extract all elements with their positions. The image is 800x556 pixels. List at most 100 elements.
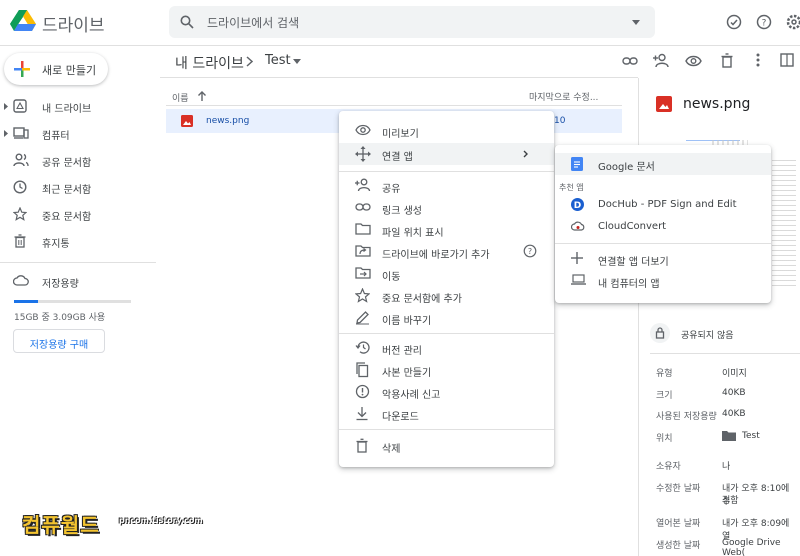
- submenu-item-cloudconvert[interactable]: CloudConvert: [555, 216, 771, 238]
- sidebar-item-starred[interactable]: 중요 문서함: [0, 203, 156, 227]
- more-actions-icon[interactable]: [756, 53, 760, 67]
- menu-item-add-starred[interactable]: 중요 문서함에 추가: [339, 285, 554, 307]
- menu-item-rename[interactable]: 이름 바꾸기: [339, 307, 554, 329]
- new-button-label: 새로 만들기: [42, 64, 97, 77]
- menu-item-remove[interactable]: 삭제: [339, 435, 554, 457]
- pencil-icon: [355, 310, 370, 325]
- details-divider: [650, 353, 800, 354]
- menu-item-download[interactable]: 다운로드: [339, 403, 554, 425]
- menu-item-make-copy[interactable]: 사본 만들기: [339, 359, 554, 381]
- menu-item-share[interactable]: 공유: [339, 175, 554, 197]
- laptop-icon: [571, 274, 586, 285]
- menu-item-label: 사본 만들기: [382, 368, 432, 379]
- detail-label: 생성한 날짜: [656, 541, 701, 551]
- detail-value: 나: [722, 462, 731, 472]
- menu-item-label: 링크 생성: [382, 206, 422, 217]
- computer-icon: [13, 126, 29, 140]
- menu-item-label: 공유: [382, 184, 401, 195]
- menu-item-label: 다운로드: [382, 412, 419, 423]
- menu-item-label: 버전 관리: [382, 346, 422, 357]
- settings-gear-icon[interactable]: [786, 14, 800, 30]
- menu-item-manage-versions[interactable]: 버전 관리: [339, 337, 554, 359]
- menu-item-show-location[interactable]: 파일 위치 표시: [339, 219, 554, 241]
- sidebar-divider: [0, 262, 156, 263]
- buy-storage-button[interactable]: 저장용량 구매: [13, 329, 105, 353]
- sidebar-item-shared[interactable]: 공유 문서함: [0, 149, 156, 173]
- lock-icon: [650, 323, 670, 343]
- menu-item-report-abuse[interactable]: 악용사례 신고: [339, 381, 554, 403]
- sidebar-item-my-drive[interactable]: 내 드라이브: [0, 95, 156, 119]
- menu-item-add-shortcut[interactable]: 드라이브에 바로가기 추가 ?: [339, 241, 554, 263]
- menu-item-label: 이름 바꾸기: [382, 316, 432, 327]
- menu-item-preview[interactable]: 미리보기: [339, 120, 554, 142]
- menu-item-open-with[interactable]: 연결 앱: [339, 143, 554, 165]
- detail-location[interactable]: Test: [742, 431, 760, 441]
- folder-dropdown-icon[interactable]: [293, 59, 301, 64]
- sort-up-arrow-icon[interactable]: [198, 91, 206, 101]
- help-icon[interactable]: ?: [756, 14, 772, 30]
- submenu-item-computer-apps[interactable]: 내 컴퓨터의 앱: [555, 270, 771, 292]
- menu-item-label: 파일 위치 표시: [382, 228, 444, 239]
- breadcrumb-current-folder[interactable]: Test: [265, 53, 291, 68]
- expand-arrow-icon[interactable]: [4, 130, 8, 137]
- move-arrows-icon: [355, 146, 371, 162]
- menu-item-label: 연결 앱: [382, 152, 413, 163]
- detail-label: 수정한 날짜: [656, 484, 701, 494]
- search-options-icon[interactable]: [632, 20, 640, 25]
- menu-item-get-link[interactable]: 링크 생성: [339, 197, 554, 219]
- sidebar-item-label: 최근 문서함: [42, 185, 92, 196]
- menu-item-label: 삭제: [382, 444, 401, 455]
- report-icon: [355, 384, 370, 399]
- app-name[interactable]: 드라이브: [42, 11, 105, 36]
- watermark-url: pncom.tistory.com: [119, 516, 203, 525]
- menu-item-label: 미리보기: [382, 129, 419, 140]
- breadcrumb-my-drive[interactable]: 내 드라이브: [175, 53, 244, 73]
- preview-eye-icon[interactable]: [685, 55, 702, 67]
- cloudconvert-icon: [571, 220, 585, 232]
- detail-value: 40KB: [722, 388, 746, 398]
- move-folder-icon: [355, 266, 371, 279]
- my-drive-icon: [13, 99, 27, 113]
- storage-progress-fill: [14, 300, 39, 303]
- svg-text:D: D: [574, 201, 581, 211]
- search-input[interactable]: 드라이브에서 검색: [207, 14, 299, 31]
- column-header-name[interactable]: 이름: [172, 91, 189, 104]
- detail-label: 유형: [656, 369, 673, 379]
- menu-item-move[interactable]: 이동: [339, 263, 554, 285]
- detail-label: 소유자: [656, 462, 681, 472]
- svg-text:?: ?: [762, 19, 767, 29]
- search-box[interactable]: 드라이브에서 검색: [169, 6, 655, 38]
- sidebar-item-trash[interactable]: 휴지통: [0, 230, 156, 254]
- sidebar-item-computers[interactable]: 컴퓨터: [0, 122, 156, 146]
- google-docs-icon: [571, 157, 583, 171]
- folder-icon: [355, 222, 371, 235]
- drive-logo-icon[interactable]: [10, 10, 36, 32]
- submenu-separator: [555, 243, 771, 244]
- offline-ready-icon[interactable]: [726, 14, 742, 30]
- column-header-modified[interactable]: 마지막으로 수정...: [529, 90, 598, 103]
- share-status: 공유되지 않음: [681, 331, 734, 341]
- sidebar-item-label: 중요 문서함: [42, 212, 92, 223]
- detail-label: 열어본 날짜: [656, 519, 701, 529]
- sidebar-item-storage[interactable]: 저장용량: [0, 270, 156, 294]
- submenu-item-google-docs[interactable]: Google 문서: [555, 153, 771, 175]
- search-icon[interactable]: [180, 15, 194, 29]
- copy-icon: [355, 362, 370, 378]
- submenu-item-label: DocHub - PDF Sign and Edit: [598, 199, 737, 210]
- grid-view-icon[interactable]: [780, 53, 794, 67]
- new-button[interactable]: 새로 만들기: [4, 53, 108, 85]
- sidebar-item-label: 컴퓨터: [42, 131, 70, 142]
- submenu-item-label: 내 컴퓨터의 앱: [598, 279, 660, 290]
- submenu-item-more-apps[interactable]: 연결할 앱 더보기: [555, 248, 771, 270]
- top-header: 드라이브 드라이브에서 검색 ?: [0, 0, 800, 46]
- trash-icon: [13, 234, 27, 248]
- sidebar-item-recent[interactable]: 최근 문서함: [0, 176, 156, 200]
- remove-trash-icon[interactable]: [720, 53, 734, 68]
- get-link-icon[interactable]: [622, 54, 638, 68]
- submenu-item-dochub[interactable]: D DocHub - PDF Sign and Edit: [555, 194, 771, 216]
- expand-arrow-icon[interactable]: [4, 103, 8, 110]
- help-icon[interactable]: ?: [523, 244, 537, 258]
- submenu-item-label: CloudConvert: [598, 221, 667, 232]
- shared-icon: [13, 153, 29, 167]
- share-person-add-icon[interactable]: [653, 53, 670, 68]
